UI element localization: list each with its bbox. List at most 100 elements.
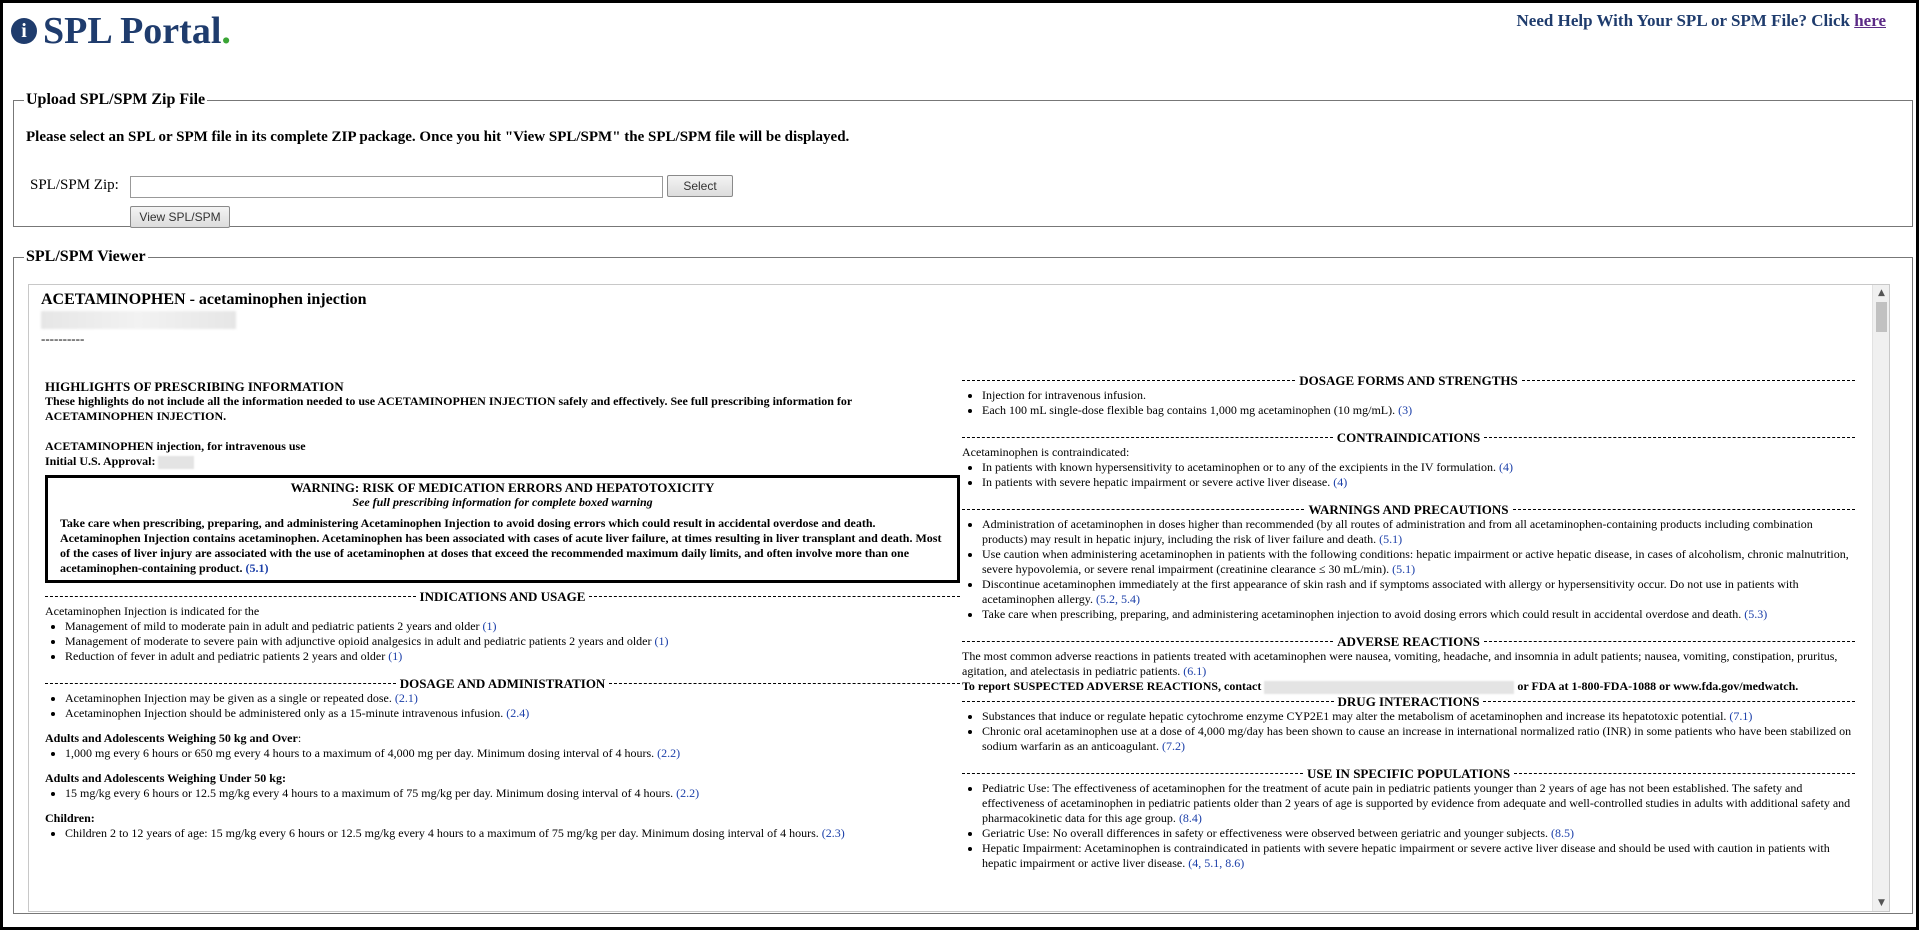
- interactions-list: Substances that induce or regulate hepat…: [962, 709, 1855, 754]
- warning-title: WARNING: RISK OF MEDICATION ERRORS AND H…: [290, 480, 715, 495]
- ref-link[interactable]: (2.4): [506, 706, 529, 720]
- highlights-right-column: DOSAGE FORMS AND STRENGTHS Injection for…: [962, 373, 1855, 871]
- adverse-report: To report SUSPECTED ADVERSE REACTIONS, c…: [962, 679, 1799, 694]
- highlights-title: HIGHLIGHTS OF PRESCRIBING INFORMATION: [45, 379, 344, 394]
- list-item: Injection for intravenous infusion.: [982, 388, 1855, 403]
- ref-link[interactable]: (5.1): [1392, 562, 1415, 576]
- list-item: In patients with known hypersensitivity …: [982, 460, 1855, 475]
- boxed-warning: WARNING: RISK OF MEDICATION ERRORS AND H…: [45, 475, 960, 583]
- highlights-left-column: HIGHLIGHTS OF PRESCRIBING INFORMATION Th…: [45, 379, 960, 841]
- ref-link[interactable]: (2.3): [822, 826, 845, 840]
- forms-heading: DOSAGE FORMS AND STRENGTHS: [962, 373, 1855, 388]
- forms-list: Injection for intravenous infusion. Each…: [962, 388, 1855, 418]
- ref-link[interactable]: (7.2): [1162, 739, 1185, 753]
- list-item: Management of moderate to severe pain wi…: [65, 634, 960, 649]
- ref-link[interactable]: (6.1): [1183, 664, 1206, 678]
- ref-link[interactable]: (4): [1499, 460, 1513, 474]
- viewer-scrollbar[interactable]: ▲ ▼: [1872, 285, 1889, 911]
- document-viewer[interactable]: ACETAMINOPHEN - acetaminophen injection …: [28, 284, 1890, 912]
- page-frame: i SPL Portal. Need Help With Your SPL or…: [0, 0, 1919, 930]
- redacted-block: [41, 311, 236, 329]
- contra-intro: Acetaminophen is contraindicated:: [962, 445, 1130, 459]
- adverse-text: The most common adverse reactions in pat…: [962, 649, 1838, 678]
- viewer-fieldset: SPL/SPM Viewer ACETAMINOPHEN - acetamino…: [13, 248, 1913, 914]
- list-item: 1,000 mg every 6 hours or 650 mg every 4…: [65, 746, 960, 761]
- info-icon: i: [11, 18, 37, 44]
- warnings-list: Administration of acetaminophen in doses…: [962, 517, 1855, 622]
- indications-list: Management of mild to moderate pain in a…: [45, 619, 960, 664]
- upload-fieldset: Upload SPL/SPM Zip File Please select an…: [13, 91, 1913, 228]
- list-item: Use caution when administering acetamino…: [982, 547, 1855, 577]
- logo-text: SPL Portal.: [43, 10, 231, 52]
- ref-link[interactable]: (5.3): [1744, 607, 1767, 621]
- list-item: Administration of acetaminophen in doses…: [982, 517, 1855, 547]
- ref-link[interactable]: (1): [654, 634, 668, 648]
- ref-link[interactable]: (5.2, 5.4): [1096, 592, 1140, 606]
- warning-p1: Take care when prescribing, preparing, a…: [60, 516, 876, 530]
- select-button[interactable]: Select: [667, 175, 733, 197]
- separator: ----------: [41, 331, 85, 346]
- help-text: Need Help With Your SPL or SPM File? Cli…: [1516, 11, 1886, 30]
- indications-heading: INDICATIONS AND USAGE: [45, 589, 960, 604]
- contra-heading: CONTRAINDICATIONS: [962, 430, 1855, 445]
- warning-p2: Acetaminophen Injection contains acetami…: [60, 531, 942, 575]
- ref-link[interactable]: (2.1): [395, 691, 418, 705]
- ref-link[interactable]: (1): [388, 649, 402, 663]
- zip-file-input[interactable]: [130, 176, 663, 198]
- list-item: Substances that induce or regulate hepat…: [982, 709, 1855, 724]
- ref-link[interactable]: (2.2): [676, 786, 699, 800]
- dosage-sub3: Children:: [45, 811, 95, 825]
- dosage-list: Acetaminophen Injection may be given as …: [45, 691, 960, 721]
- list-item: Reduction of fever in adult and pediatri…: [65, 649, 960, 664]
- ref-link[interactable]: (7.1): [1729, 709, 1752, 723]
- ref-link[interactable]: (8.4): [1179, 811, 1202, 825]
- list-item: Pediatric Use: The effectiveness of acet…: [982, 781, 1855, 826]
- dosage-heading: DOSAGE AND ADMINISTRATION: [45, 676, 960, 691]
- document-title: ACETAMINOPHEN - acetaminophen injection: [41, 291, 367, 308]
- ref-link[interactable]: (3): [1398, 403, 1412, 417]
- ref-link[interactable]: (4, 5.1, 8.6): [1188, 856, 1244, 870]
- populations-heading: USE IN SPECIFIC POPULATIONS: [962, 766, 1855, 781]
- ref-link[interactable]: (1): [483, 619, 497, 633]
- populations-list: Pediatric Use: The effectiveness of acet…: [962, 781, 1855, 871]
- zip-label: SPL/SPM Zip:: [30, 177, 119, 193]
- adverse-heading: ADVERSE REACTIONS: [962, 634, 1855, 649]
- scroll-up-icon[interactable]: ▲: [1873, 285, 1889, 301]
- dosage-sub2-list: 15 mg/kg every 6 hours or 12.5 mg/kg eve…: [45, 786, 960, 801]
- help-link[interactable]: here: [1854, 11, 1886, 30]
- list-item: Acetaminophen Injection should be admini…: [65, 706, 960, 721]
- list-item: 15 mg/kg every 6 hours or 12.5 mg/kg eve…: [65, 786, 960, 801]
- warnings-heading: WARNINGS AND PRECAUTIONS: [962, 502, 1855, 517]
- warning-subtitle: See full prescribing information for com…: [352, 495, 653, 509]
- list-item: Discontinue acetaminophen immediately at…: [982, 577, 1855, 607]
- list-item: Geriatric Use: No overall differences in…: [982, 826, 1855, 841]
- list-item: Each 100 mL single-dose flexible bag con…: [982, 403, 1855, 418]
- dosage-sub2: Adults and Adolescents Weighing Under 50…: [45, 771, 286, 785]
- list-item: Children 2 to 12 years of age: 15 mg/kg …: [65, 826, 960, 841]
- scroll-down-icon[interactable]: ▼: [1873, 895, 1889, 911]
- list-item: Hepatic Impairment: Acetaminophen is con…: [982, 841, 1855, 871]
- dosage-sub1: Adults and Adolescents Weighing 50 kg an…: [45, 731, 302, 745]
- dosage-sub3-list: Children 2 to 12 years of age: 15 mg/kg …: [45, 826, 960, 841]
- ref-link[interactable]: (5.1): [245, 561, 268, 575]
- indications-intro: Acetaminophen Injection is indicated for…: [45, 604, 260, 618]
- ref-link[interactable]: (4): [1333, 475, 1347, 489]
- viewer-legend: SPL/SPM Viewer: [26, 248, 146, 265]
- interactions-heading: DRUG INTERACTIONS: [962, 694, 1855, 709]
- list-item: Take care when prescribing, preparing, a…: [982, 607, 1855, 622]
- upload-instructions: Please select an SPL or SPM file in its …: [26, 129, 850, 145]
- highlights-intro: These highlights do not include all the …: [45, 394, 853, 423]
- contra-list: In patients with known hypersensitivity …: [962, 460, 1855, 490]
- list-item: In patients with severe hepatic impairme…: [982, 475, 1855, 490]
- ref-link[interactable]: (8.5): [1551, 826, 1574, 840]
- scroll-thumb[interactable]: [1876, 302, 1887, 332]
- upload-legend: Upload SPL/SPM Zip File: [26, 91, 206, 108]
- ref-link[interactable]: (2.2): [657, 746, 680, 760]
- list-item: Management of mild to moderate pain in a…: [65, 619, 960, 634]
- list-item: Chronic oral acetaminophen use at a dose…: [982, 724, 1855, 754]
- view-spl-button[interactable]: View SPL/SPM: [130, 206, 230, 228]
- spl-portal-logo[interactable]: i SPL Portal.: [11, 11, 231, 51]
- approval-line: Initial U.S. Approval:: [45, 454, 960, 469]
- dosage-sub1-list: 1,000 mg every 6 hours or 650 mg every 4…: [45, 746, 960, 761]
- ref-link[interactable]: (5.1): [1379, 532, 1402, 546]
